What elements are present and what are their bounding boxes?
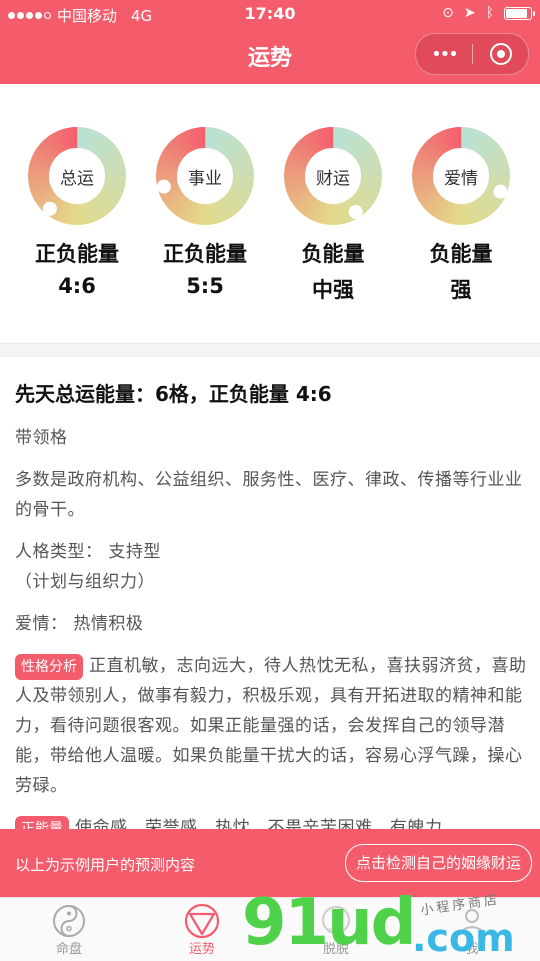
- target-icon: [489, 43, 512, 65]
- tab-fortune-label: 运势: [188, 942, 215, 957]
- gauge-line2: 强: [450, 278, 472, 302]
- tab-me-label: 我: [465, 942, 479, 957]
- industry-text: 多数是政府机构、公益组织、服务性、医疗、律政、传播等行业业的骨干。: [15, 470, 523, 520]
- sample-banner: 以上为示例用户的预测内容 点击检测自己的姻缘财运: [0, 829, 540, 897]
- more-button[interactable]: •••: [416, 44, 472, 65]
- gauge-line2: 5:5: [186, 274, 224, 298]
- chat-icon: [322, 906, 350, 934]
- personality-type: 人格类型： 支持型 （计划与组织力）: [15, 537, 527, 597]
- gauge-love[interactable]: 爱情 负能量 强: [397, 126, 525, 304]
- gauge-label: 财运: [316, 169, 350, 189]
- tab-me[interactable]: 我: [432, 904, 512, 957]
- personality-type-line: 人格类型： 支持型: [15, 542, 161, 562]
- tab-chart-label: 命盘: [55, 942, 82, 957]
- gauge-label: 总运: [60, 169, 94, 189]
- gauge-knob: [42, 201, 57, 216]
- fortune-triangle-icon: [184, 903, 220, 939]
- gauge-career[interactable]: 事业 正负能量 5:5: [141, 126, 269, 298]
- sample-banner-text: 以上为示例用户的预测内容: [15, 856, 196, 874]
- close-button[interactable]: [473, 43, 528, 65]
- nav-bar: 运势 •••: [0, 28, 540, 84]
- detail-heading: 先天总运能量：6格，正负能量 4:6: [15, 382, 332, 406]
- fortune-detail: 先天总运能量：6格，正负能量 4:6 带领格 多数是政府机构、公益组织、服务性、…: [15, 356, 527, 835]
- gauge-line1: 负能量: [301, 242, 365, 266]
- tab-chart[interactable]: 命盘: [29, 904, 109, 957]
- personality-type-note: （计划与组织力）: [15, 572, 155, 592]
- user-icon: [460, 909, 484, 935]
- bluetooth-icon: ᛒ: [485, 5, 494, 21]
- character-analysis-tag: 性格分析: [15, 654, 83, 680]
- gauge-knob: [348, 204, 363, 219]
- status-bar: 中国移动 4G 17:40 ⊙ ➤ ᛒ: [0, 0, 540, 28]
- gauge-line2: 中强: [312, 278, 354, 302]
- yin-yang-icon: [53, 905, 85, 937]
- gauge-row: 总运 正负能量 4:6 事业 正负能量 5:5 财运 负能量 中强 爱情 负能量…: [0, 84, 540, 346]
- battery-icon: [504, 6, 535, 20]
- character-analysis-text: 正直机敏，志向远大，待人热忱无私，喜扶弱济贫，喜助人及带领别人，做事有毅力，积极…: [15, 656, 527, 796]
- rotation-lock-icon: ⊙: [442, 5, 454, 21]
- location-icon: ➤: [463, 5, 476, 21]
- section-divider: [0, 343, 540, 357]
- check-fortune-button[interactable]: 点击检测自己的姻缘财运: [344, 844, 532, 882]
- gauge-label: 爱情: [444, 169, 478, 189]
- gauge-label: 事业: [188, 169, 222, 189]
- tab-chat-label: 脱脱: [322, 942, 349, 957]
- gauge-overall[interactable]: 总运 正负能量 4:6: [13, 126, 141, 298]
- tab-chat[interactable]: 脱脱: [296, 904, 376, 957]
- gauge-line1: 正负能量: [35, 242, 119, 266]
- mini-program-capsule: •••: [415, 33, 529, 75]
- gauge-line1: 正负能量: [163, 242, 247, 266]
- character-analysis: 性格分析 正直机敏，志向远大，待人热忱无私，喜扶弱济贫，喜助人及带领别人，做事有毅…: [15, 651, 527, 801]
- tab-bar: 命盘 运势 脱脱 我: [0, 897, 540, 961]
- gauge-line1: 负能量: [429, 242, 493, 266]
- love-text: 爱情： 热情积极: [15, 614, 144, 634]
- tab-fortune[interactable]: 运势: [162, 903, 242, 957]
- gauge-line2: 4:6: [58, 274, 96, 298]
- gauge-wealth[interactable]: 财运 负能量 中强: [269, 126, 397, 304]
- pattern-name: 带领格: [15, 428, 68, 448]
